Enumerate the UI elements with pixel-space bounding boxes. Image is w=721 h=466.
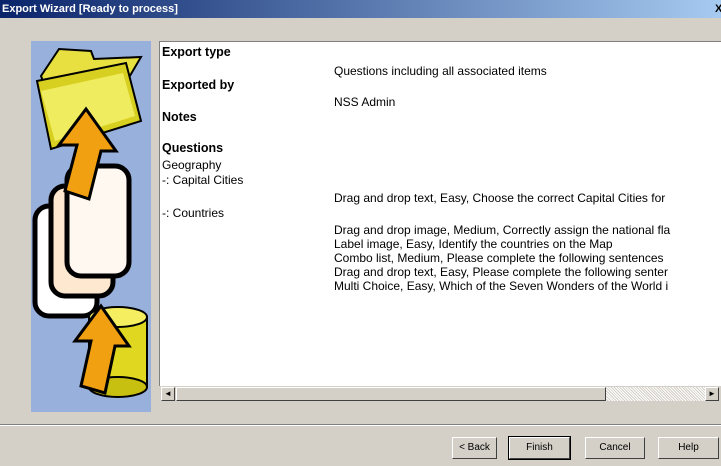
question-item: Multi Choice, Easy, Which of the Seven W…	[334, 279, 669, 293]
questions-label: Questions	[162, 141, 224, 155]
question-item: Combo list, Medium, Please complete the …	[334, 251, 664, 265]
scroll-right-button[interactable]: ►	[705, 387, 719, 401]
category-label: Geography	[162, 158, 222, 172]
export-summary-panel[interactable]: Export type Questions including all asso…	[159, 41, 721, 404]
exported-by-label: Exported by	[162, 78, 235, 92]
question-item: Drag and drop text, Easy, Please complet…	[334, 265, 668, 279]
export-illustration-icon	[32, 47, 148, 398]
section-name: -: Countries	[162, 206, 225, 220]
export-type-label: Export type	[162, 45, 231, 59]
scroll-left-button[interactable]: ◄	[161, 387, 175, 401]
horizontal-scrollbar[interactable]: ◄ ►	[159, 386, 721, 404]
close-button[interactable]: X	[715, 0, 721, 18]
scroll-track[interactable]	[606, 387, 705, 401]
title-bar: Export Wizard [Ready to process] X	[0, 0, 721, 18]
separator-light	[0, 425, 721, 426]
exported-by-value: NSS Admin	[334, 95, 396, 109]
scroll-thumb[interactable]	[176, 387, 606, 401]
help-button[interactable]: Help	[658, 437, 719, 459]
window-title: Export Wizard [Ready to process]	[2, 3, 178, 15]
back-button[interactable]: < Back	[452, 437, 497, 459]
wizard-side-illustration	[31, 41, 151, 412]
section-name: -: Capital Cities	[162, 173, 244, 187]
finish-button[interactable]: Finish	[508, 436, 571, 460]
question-item: Drag and drop text, Easy, Choose the cor…	[334, 191, 666, 205]
question-item: Label image, Easy, Identify the countrie…	[334, 237, 613, 251]
notes-label: Notes	[162, 110, 197, 124]
question-item: Drag and drop image, Medium, Correctly a…	[334, 223, 671, 237]
cancel-button[interactable]: Cancel	[585, 437, 645, 459]
export-type-value: Questions including all associated items	[334, 64, 547, 78]
